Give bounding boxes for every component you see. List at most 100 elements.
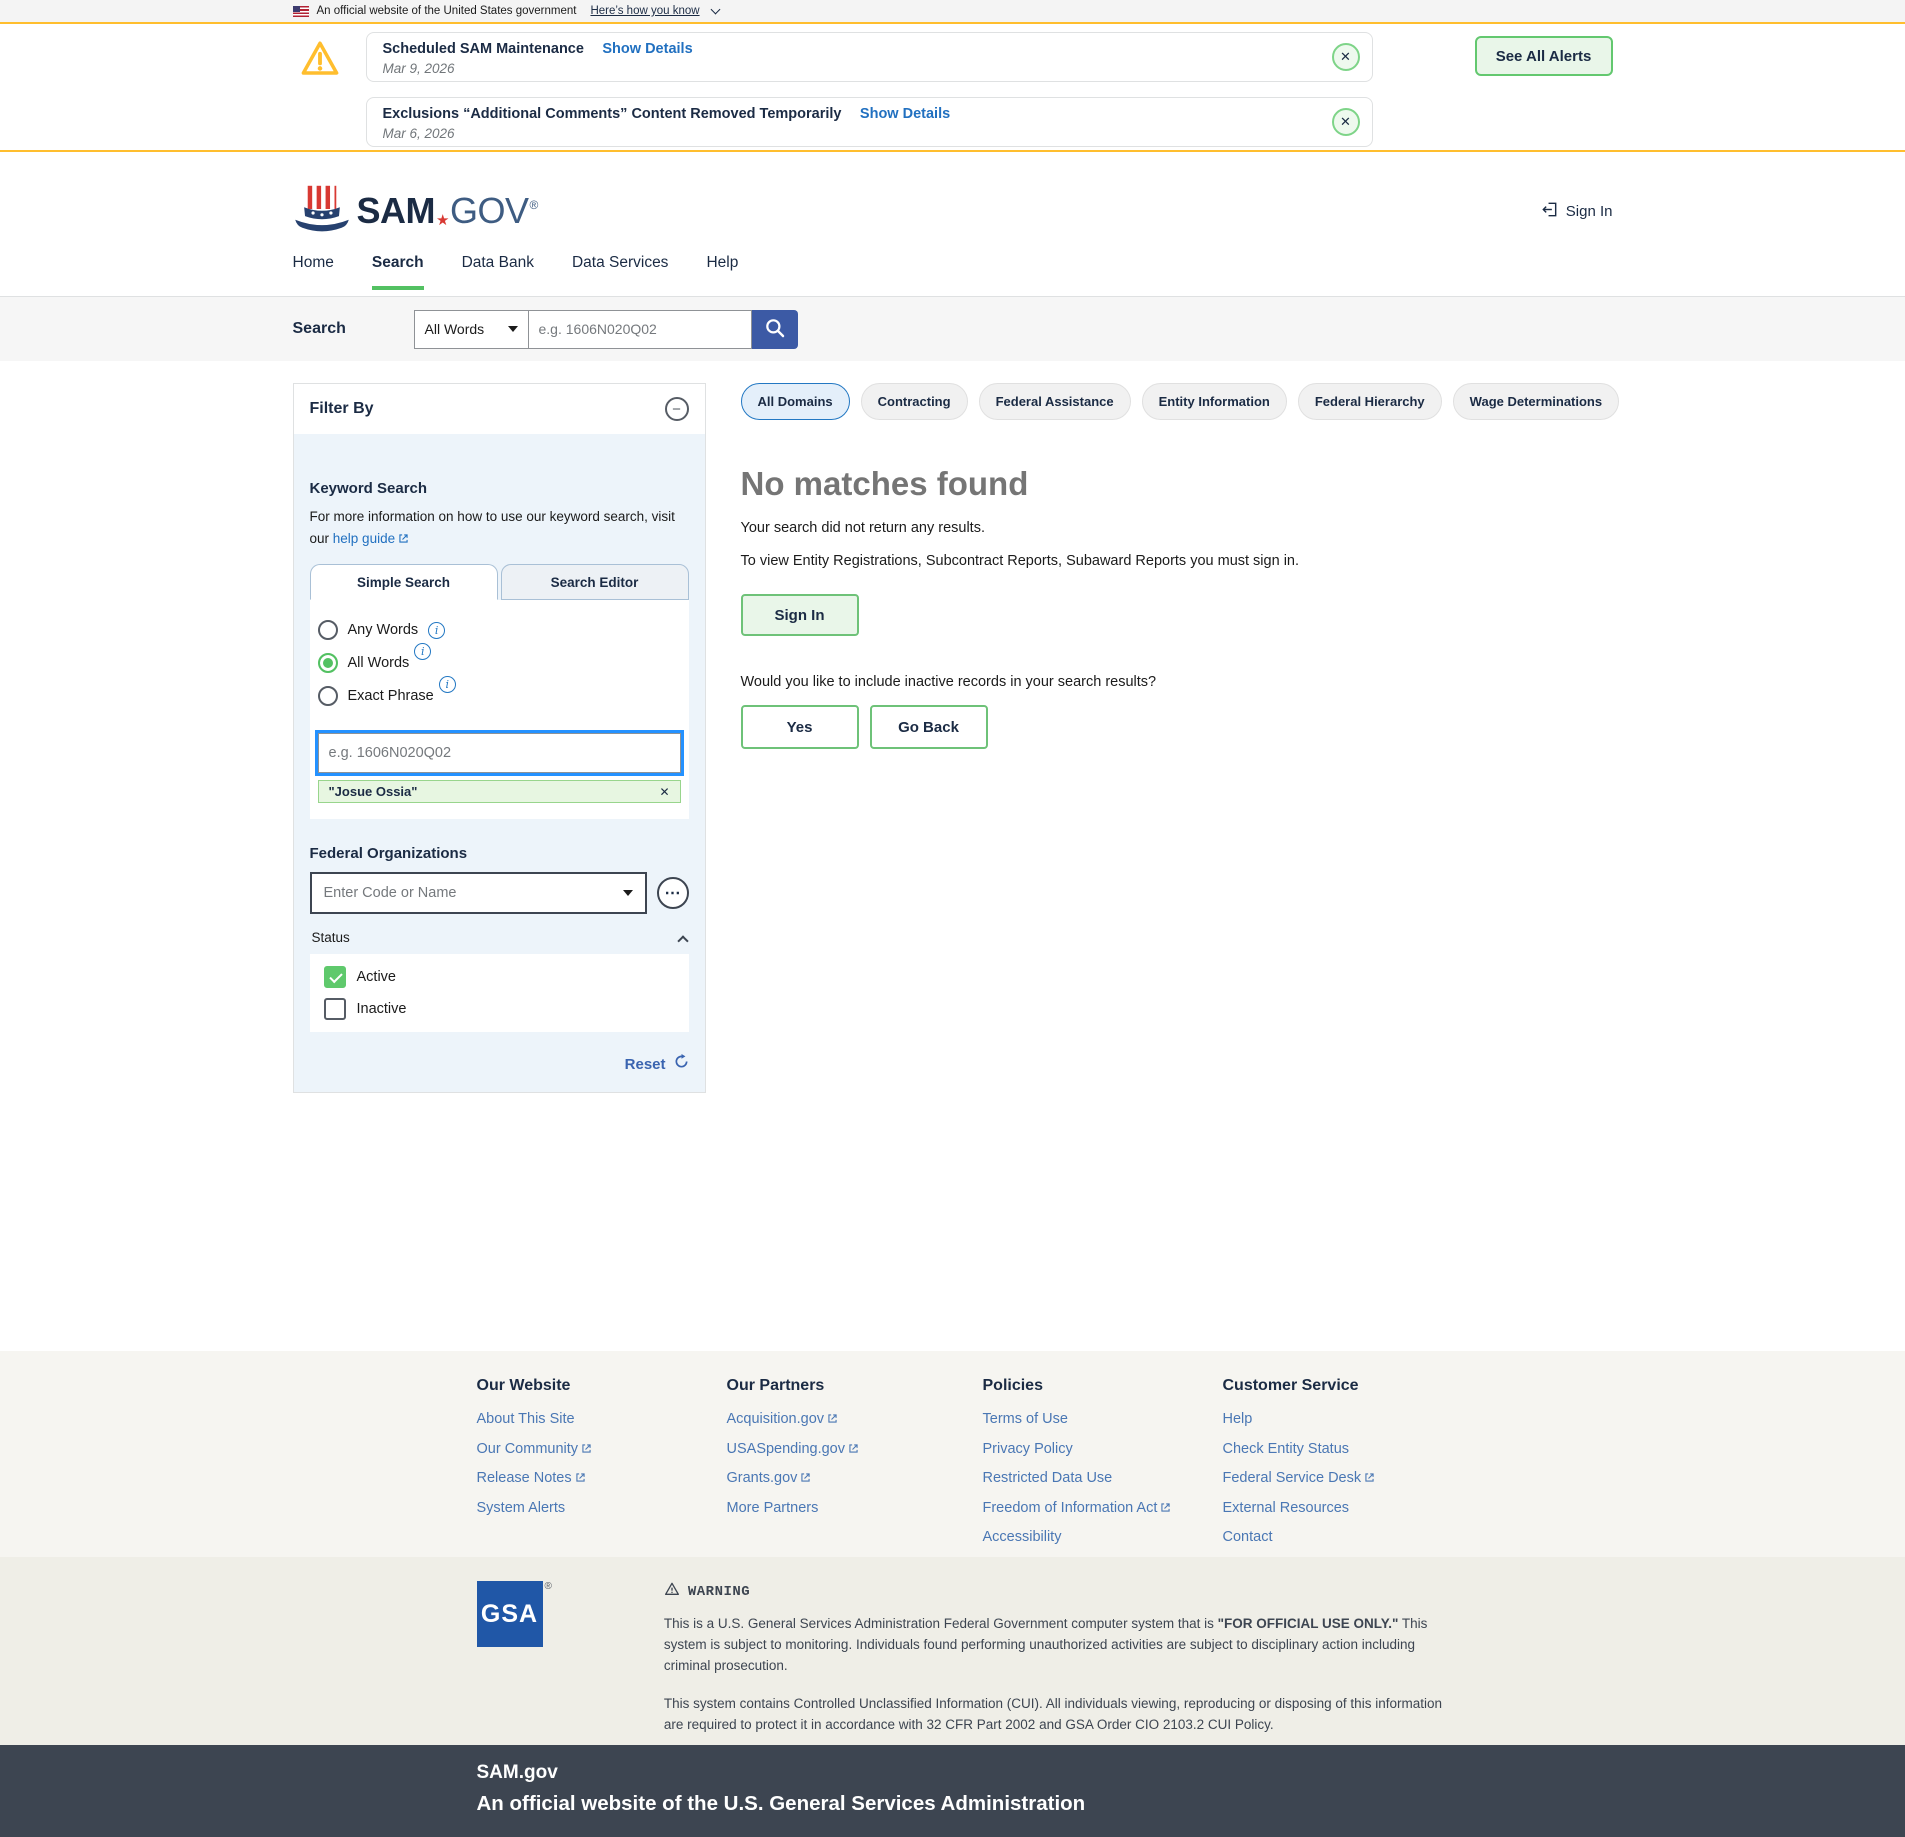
footer-link-label: Federal Service Desk [1223, 1470, 1362, 1486]
federal-orgs-select[interactable]: Enter Code or Name [310, 872, 647, 914]
info-icon[interactable]: i [414, 643, 431, 660]
footer-col-our-partners: Our Partners Acquisition.gov USASpending… [727, 1377, 983, 1559]
chevron-down-icon [710, 4, 720, 14]
warning-triangle-icon [299, 38, 341, 85]
footer-link-label: Freedom of Information Act [983, 1500, 1158, 1516]
alert-date: Mar 9, 2026 [383, 61, 1312, 76]
sam-gov-logo[interactable]: SAM ★ GOV ® [293, 184, 538, 239]
help-guide-link[interactable]: help guide [333, 531, 395, 546]
footer-link-privacy-policy[interactable]: Privacy Policy [983, 1441, 1223, 1457]
filter-panel: Filter By − Keyword Search For more info… [293, 383, 706, 1093]
search-submit-button[interactable] [752, 310, 798, 349]
footer-link-check-entity-status[interactable]: Check Entity Status [1223, 1441, 1473, 1457]
checkbox-inactive-label: Inactive [357, 1001, 407, 1017]
footer-col-heading: Our Website [477, 1377, 727, 1395]
see-all-alerts-button[interactable]: See All Alerts [1475, 36, 1613, 76]
logo-registered-mark: ® [529, 198, 537, 212]
radio-exact-phrase-label: Exact Phrase [348, 688, 434, 704]
footer-link-federal-service-desk[interactable]: Federal Service Desk [1223, 1470, 1473, 1486]
domain-tab-wage-determinations[interactable]: Wage Determinations [1453, 383, 1619, 420]
close-alert-button[interactable]: ✕ [1332, 108, 1360, 136]
alert-row: Scheduled SAM Maintenance Show Details M… [366, 32, 1373, 82]
footer-link-acquisition-gov[interactable]: Acquisition.gov [727, 1411, 983, 1427]
status-options-box: Active Inactive [310, 954, 689, 1032]
radio-any-words[interactable] [318, 620, 338, 640]
checkbox-active[interactable] [324, 966, 346, 988]
footer-col-our-website: Our Website About This Site Our Communit… [477, 1377, 727, 1559]
footer-identifier-section: GSA ® WARNING This is a U.S. General Ser… [0, 1557, 1905, 1745]
sign-in-link[interactable]: Sign In [1540, 200, 1613, 223]
footer-link-usaspending-gov[interactable]: USASpending.gov [727, 1441, 983, 1457]
nav-home[interactable]: Home [293, 254, 334, 290]
domain-tabs: All Domains Contracting Federal Assistan… [741, 383, 1620, 420]
federal-orgs-more-button[interactable]: ⋯ [657, 877, 689, 909]
close-alert-button[interactable]: ✕ [1332, 43, 1360, 71]
go-back-button[interactable]: Go Back [870, 705, 988, 749]
gsa-logo: GSA [477, 1581, 543, 1647]
info-glyph: i [421, 645, 425, 658]
footer-link-external-resources[interactable]: External Resources [1223, 1500, 1473, 1516]
external-link-icon [1160, 1501, 1171, 1517]
gov-banner-link[interactable]: Here’s how you know [590, 5, 699, 17]
reset-filters-link[interactable]: Reset [625, 1056, 666, 1073]
remove-tag-button[interactable]: ✕ [659, 785, 669, 799]
alert-date: Mar 6, 2026 [383, 126, 1312, 141]
nav-help[interactable]: Help [706, 254, 738, 290]
close-icon: ✕ [1340, 49, 1351, 65]
footer-link-contact[interactable]: Contact [1223, 1529, 1473, 1545]
footer-link-accessibility[interactable]: Accessibility [983, 1529, 1223, 1545]
info-icon[interactable]: i [428, 622, 445, 639]
footer-link-label: USASpending.gov [727, 1441, 846, 1457]
footer-link-help[interactable]: Help [1223, 1411, 1473, 1427]
nav-data-services[interactable]: Data Services [572, 254, 668, 290]
collapse-filter-button[interactable]: − [665, 397, 689, 421]
radio-all-words-label: All Words [348, 655, 410, 671]
sign-in-label: Sign In [1566, 203, 1613, 220]
footer-link-foia[interactable]: Freedom of Information Act [983, 1500, 1223, 1516]
footer-link-release-notes[interactable]: Release Notes [477, 1470, 727, 1486]
sign-in-button[interactable]: Sign In [741, 594, 859, 636]
checkbox-active-label: Active [357, 969, 397, 985]
info-icon[interactable]: i [439, 676, 456, 693]
site-header: SAM ★ GOV ® Sign In Home Search Data Ban… [0, 152, 1905, 297]
us-flag-icon [293, 6, 309, 17]
keyword-search-title: Keyword Search [310, 480, 689, 497]
footer-link-system-alerts[interactable]: System Alerts [477, 1500, 727, 1516]
domain-tab-federal-assistance[interactable]: Federal Assistance [979, 383, 1131, 420]
footer-link-more-partners[interactable]: More Partners [727, 1500, 983, 1516]
show-details-link[interactable]: Show Details [602, 41, 692, 57]
filter-by-title: Filter By [310, 400, 374, 418]
radio-any-words-label: Any Words [348, 622, 419, 638]
footer-link-our-community[interactable]: Our Community [477, 1441, 727, 1457]
search-mode-select[interactable]: All Words [414, 310, 529, 349]
external-link-icon [827, 1412, 838, 1428]
tab-search-editor[interactable]: Search Editor [501, 564, 689, 600]
checkbox-inactive[interactable] [324, 998, 346, 1020]
yes-button[interactable]: Yes [741, 705, 859, 749]
keyword-search-input[interactable] [318, 733, 681, 773]
info-glyph: i [445, 678, 449, 691]
show-details-link[interactable]: Show Details [860, 106, 950, 122]
footer-dark-section: SAM.gov An official website of the U.S. … [0, 1745, 1905, 1837]
domain-tab-all-domains[interactable]: All Domains [741, 383, 850, 420]
footer-link-about-this-site[interactable]: About This Site [477, 1411, 727, 1427]
nav-data-bank[interactable]: Data Bank [462, 254, 534, 290]
tab-simple-search[interactable]: Simple Search [310, 564, 498, 600]
footer-link-label: Grants.gov [727, 1470, 798, 1486]
caret-down-icon [623, 890, 633, 896]
footer-link-terms-of-use[interactable]: Terms of Use [983, 1411, 1223, 1427]
domain-tab-entity-information[interactable]: Entity Information [1142, 383, 1287, 420]
radio-exact-phrase[interactable] [318, 686, 338, 706]
radio-all-words[interactable] [318, 653, 338, 673]
footer-link-restricted-data-use[interactable]: Restricted Data Use [983, 1470, 1223, 1486]
domain-tab-contracting[interactable]: Contracting [861, 383, 968, 420]
nav-search[interactable]: Search [372, 254, 424, 290]
external-link-icon [800, 1471, 811, 1487]
chevron-up-icon[interactable] [677, 935, 688, 946]
domain-tab-federal-hierarchy[interactable]: Federal Hierarchy [1298, 383, 1442, 420]
results-area: All Domains Contracting Federal Assistan… [741, 383, 1620, 1093]
footer-link-grants-gov[interactable]: Grants.gov [727, 1470, 983, 1486]
footer-col-policies: Policies Terms of Use Privacy Policy Res… [983, 1377, 1223, 1559]
alert-title: Exclusions “Additional Comments” Content… [383, 106, 842, 122]
top-search-input[interactable] [529, 310, 752, 349]
